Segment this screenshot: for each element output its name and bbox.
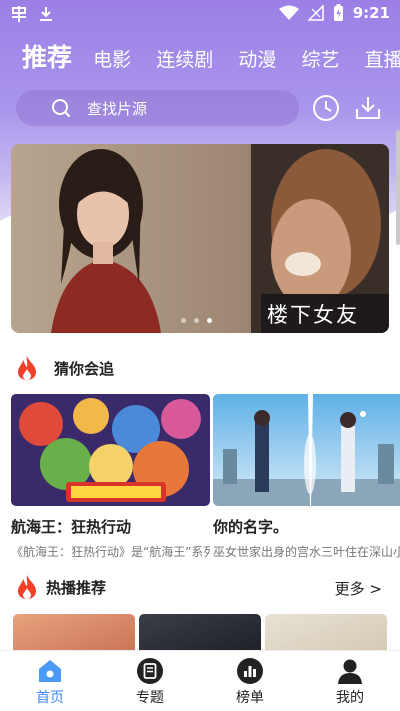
clock-icon[interactable] xyxy=(312,94,340,122)
hot-list xyxy=(13,614,400,650)
video-description: 巫女世家出身的宫水三叶住在深山小镇 xyxy=(213,545,400,559)
ranking-icon xyxy=(237,658,263,684)
tab-movies[interactable]: 电影 xyxy=(93,45,131,72)
video-thumbnail[interactable] xyxy=(139,614,261,650)
video-title: 航海王：狂热行动 xyxy=(11,518,132,536)
video-thumbnail[interactable] xyxy=(13,614,135,650)
section-hot-title: 热播推荐 xyxy=(46,578,107,597)
nav-label: 我的 xyxy=(336,690,364,706)
topics-icon xyxy=(137,658,163,684)
nav-home[interactable]: 首页 xyxy=(10,657,90,707)
banner-carousel[interactable]: 楼下女友 xyxy=(11,144,389,333)
carousel-dot-active[interactable] xyxy=(207,318,212,323)
video-card[interactable]: 你的名字。 巫女世家出身的宫水三叶住在深山小镇 xyxy=(213,394,400,560)
tab-anime[interactable]: 动漫 xyxy=(238,45,276,72)
nav-topics[interactable]: 专题 xyxy=(110,657,190,707)
video-thumbnail xyxy=(11,394,210,506)
flame-icon xyxy=(18,575,36,599)
bottom-navigation: 首页 专题 榜单 我的 xyxy=(0,650,400,711)
status-time: 9:21 xyxy=(352,4,390,22)
nav-charts[interactable]: 榜单 xyxy=(210,657,290,707)
search-icon xyxy=(52,99,71,118)
banner-caption: 楼下女友 xyxy=(267,303,359,327)
status-bar: 9:21 xyxy=(0,0,400,30)
search-input[interactable]: 查找片源 xyxy=(16,90,299,126)
nav-label: 首页 xyxy=(36,690,64,706)
download-status-icon xyxy=(40,7,52,21)
home-icon xyxy=(39,660,61,682)
search-placeholder: 查找片源 xyxy=(87,99,148,118)
video-thumbnail[interactable] xyxy=(265,614,387,650)
section-guess-header: 猜你会追 xyxy=(16,355,114,381)
app-notification-icon xyxy=(12,6,26,22)
section-hot-header: 热播推荐 xyxy=(16,574,386,600)
battery-icon xyxy=(333,4,343,21)
section-guess-title: 猜你会追 xyxy=(54,359,115,378)
wifi-icon xyxy=(278,5,299,20)
video-description: 《航海王：狂热行动》是“航海王”系列剧场版 xyxy=(11,545,210,559)
tab-series[interactable]: 连续剧 xyxy=(156,45,213,72)
nav-label: 榜单 xyxy=(236,690,264,706)
more-link[interactable]: 更多 > xyxy=(335,578,382,599)
user-icon xyxy=(338,659,362,684)
nav-profile[interactable]: 我的 xyxy=(310,657,390,707)
tab-recommend[interactable]: 推荐 xyxy=(22,38,72,74)
carousel-dot[interactable] xyxy=(194,318,199,323)
video-thumbnail xyxy=(213,394,400,506)
tab-live[interactable]: 直播 xyxy=(365,45,400,72)
carousel-dot[interactable] xyxy=(181,318,186,323)
video-card[interactable]: 航海王：狂热行动 《航海王：狂热行动》是“航海王”系列剧场版 xyxy=(11,394,210,560)
flame-icon xyxy=(18,356,36,380)
tab-variety[interactable]: 综艺 xyxy=(301,45,339,72)
category-tabs: 推荐 电影 连续剧 动漫 综艺 直播 xyxy=(22,38,400,78)
video-title: 你的名字。 xyxy=(213,518,289,536)
scrollbar[interactable] xyxy=(396,130,400,245)
nav-label: 专题 xyxy=(136,690,164,706)
signal-icon xyxy=(307,5,324,21)
download-icon[interactable] xyxy=(354,94,382,122)
carousel-indicator xyxy=(181,318,212,323)
